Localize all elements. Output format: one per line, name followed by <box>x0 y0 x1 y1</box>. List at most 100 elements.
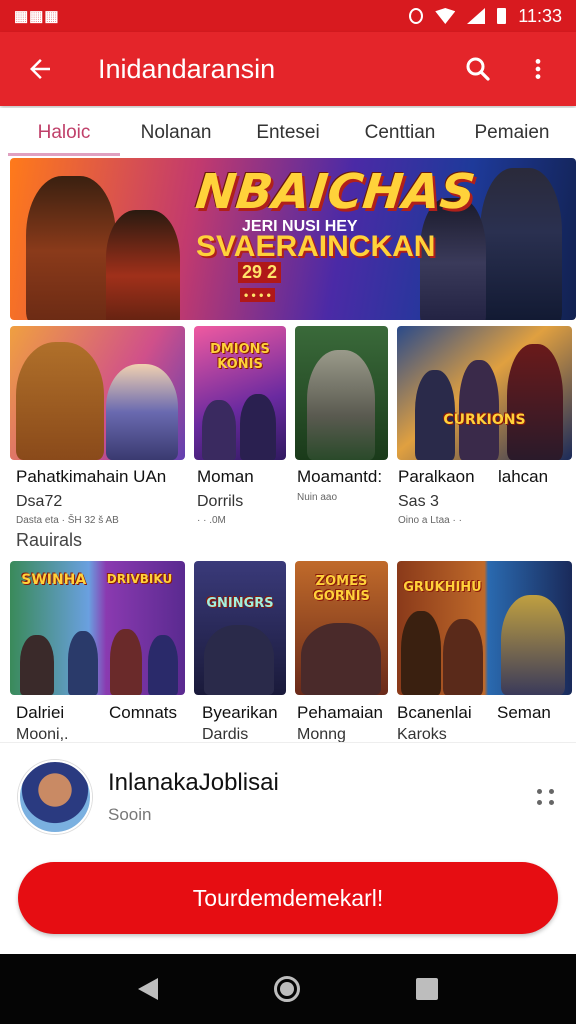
tile-label: lahcan <box>498 466 576 528</box>
now-playing-title: InlanakaJoblisai <box>108 768 279 796</box>
banner-hero-right <box>480 168 562 320</box>
tile-subtitle: Dsa72 <box>16 493 63 510</box>
tile-figure <box>507 344 563 460</box>
banner-line-3: 29 2 <box>238 262 282 283</box>
tile-figure <box>501 595 565 695</box>
tile-label: Pehamaian Monng <box>297 702 397 746</box>
tile-name: Dalriei <box>16 703 65 722</box>
tile-figure <box>307 350 375 460</box>
game-tile[interactable]: ZOMES GORNIS <box>295 561 388 695</box>
tile-name: Seman <box>497 703 551 722</box>
tile-figure <box>20 635 54 695</box>
tab-3[interactable]: Centtian <box>344 108 456 156</box>
tile-figure <box>459 360 499 460</box>
banner-title: NBAICHAS <box>193 164 478 220</box>
tab-1[interactable]: Nolanan <box>120 108 232 156</box>
tile-figure <box>16 342 104 460</box>
tile-label: Paralkaon Sas 3 Oino a Ltaa · · <box>398 466 498 528</box>
banner-line-2: SVAERAINCKAN <box>196 230 436 263</box>
tab-2[interactable]: Entesei <box>232 108 344 156</box>
tile-name: Paralkaon <box>398 467 475 486</box>
tile-name: lahcan <box>498 467 549 486</box>
game-tile[interactable]: GRUKHIHU <box>397 561 572 695</box>
tile-row-1: DMIONS KONIS CURKIONS <box>10 326 576 460</box>
back-button[interactable] <box>16 45 64 93</box>
tile-label: Byearikan Dardis <box>202 702 297 746</box>
system-nav-bar <box>0 954 576 1024</box>
tile-label: Seman <box>497 702 573 746</box>
status-bar: ▦▦▦ 11:33 <box>0 0 576 32</box>
tile-name: Pahatkimahain UAn <box>16 467 167 486</box>
signal-icon <box>467 8 486 24</box>
tile-label: Comnats <box>109 702 202 746</box>
tab-4[interactable]: Pemaien <box>456 108 568 156</box>
tile-logo: GNINGRS <box>206 595 274 611</box>
tile-logo: DMIONS KONIS <box>210 342 270 373</box>
game-tile[interactable] <box>10 326 185 460</box>
game-tile[interactable]: SWINHA DRIVBIKU <box>10 561 185 695</box>
status-right: 11:33 <box>409 6 562 27</box>
app-actions <box>456 47 560 91</box>
tile-subtitle: Dorrils <box>197 493 244 510</box>
game-tile[interactable] <box>295 326 388 460</box>
tile-figure <box>401 611 441 695</box>
tile-figure <box>202 400 236 460</box>
nav-recents-icon[interactable] <box>416 978 438 1000</box>
tile-logo: ZOMES GORNIS <box>313 574 370 605</box>
banner-hero-left-2 <box>106 210 180 320</box>
now-playing-subtitle: Sooin <box>108 804 152 824</box>
wifi-icon <box>435 8 456 24</box>
nav-home-icon[interactable] <box>274 976 300 1002</box>
app-title: Inidandaransin <box>98 53 276 84</box>
tile-figure <box>301 623 381 695</box>
tile-name: Comnats <box>109 703 178 722</box>
arrow-left-icon <box>30 59 50 79</box>
drag-handle-icon[interactable] <box>534 785 558 809</box>
now-playing-text: InlanakaJoblisai Sooin <box>108 769 279 825</box>
section-title: Rauirals <box>16 530 83 550</box>
tile-logo: SWINHA <box>21 571 87 588</box>
tab-bar: Haloic Nolanan Entesei Centtian Pemaien <box>0 108 576 156</box>
nav-back-icon[interactable] <box>138 978 158 1000</box>
tile-name: Bcanenlai <box>397 703 472 722</box>
now-playing-bar[interactable]: InlanakaJoblisai Sooin <box>0 742 576 850</box>
tile-figure <box>106 364 178 460</box>
tile-name: Moman <box>197 467 254 486</box>
tile-figure <box>148 635 178 695</box>
tile-label: Dalriei Mooni,. <box>16 702 109 746</box>
more-vert-icon <box>535 59 541 79</box>
tile-figure <box>204 625 274 695</box>
game-tile[interactable]: DMIONS KONIS <box>194 326 286 460</box>
tile-meta: Oino a Ltaa · · <box>398 515 462 526</box>
tile-label: Moman Dorrils · · .0M <box>197 466 297 528</box>
tile-figure <box>240 394 276 460</box>
more-options-button[interactable] <box>516 47 560 91</box>
tile-name: Byearikan <box>202 703 278 722</box>
primary-action-button[interactable]: Tourdemdemekarl! <box>18 862 558 934</box>
tile-figure <box>68 631 98 695</box>
battery-icon <box>497 8 507 24</box>
tile-subtitle: Sas 3 <box>398 493 439 510</box>
game-tile[interactable]: GNINGRS <box>194 561 286 695</box>
tile-logo: GRUKHIHU <box>403 579 482 595</box>
tile-meta: Nuin aao <box>297 492 338 503</box>
banner-hero-left <box>26 176 116 320</box>
tile-figure <box>110 629 142 695</box>
featured-banner[interactable]: NBAICHAS JERI NUSI HEY SVAERAINCKAN 29 2… <box>10 158 576 320</box>
tile-meta: · · .0M <box>197 515 226 526</box>
game-tile[interactable]: CURKIONS <box>397 326 572 460</box>
tile-name: Pehamaian <box>297 703 384 722</box>
avatar <box>18 759 92 834</box>
status-time: 11:33 <box>518 5 562 26</box>
tab-0[interactable]: Haloic <box>8 108 120 156</box>
notification-icons: ▦▦▦ <box>14 8 60 25</box>
tile-meta: Dasta eta · ŠH 32 š AB <box>16 515 119 526</box>
alarm-icon <box>409 8 424 24</box>
tile-label: Bcanenlai Karoks <box>397 702 497 746</box>
banner-line-4: • • • • <box>240 288 275 302</box>
app-bar: Inidandaransin <box>0 32 576 106</box>
tile-row-2: SWINHA DRIVBIKU GNINGRS ZOMES GORNIS GRU… <box>10 561 576 695</box>
search-button[interactable] <box>456 47 500 91</box>
tile-labels-row-2: Dalriei Mooni,. Comnats Byearikan Dardis… <box>16 702 576 746</box>
tile-logo: DRIVBIKU <box>106 571 173 586</box>
